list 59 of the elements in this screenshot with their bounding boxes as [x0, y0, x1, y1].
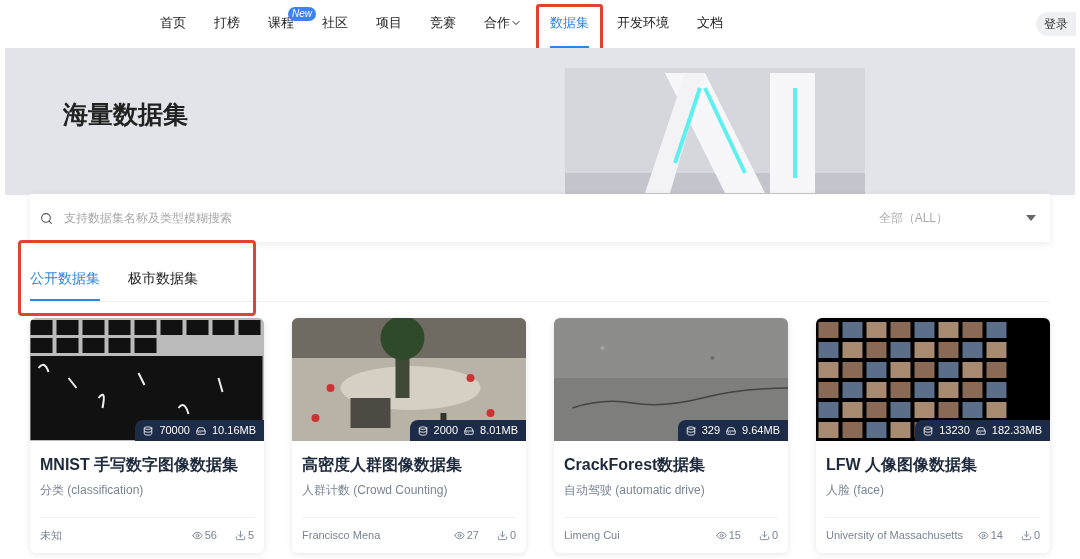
search-input[interactable]: 支持数据集名称及类型模糊搜索 [64, 209, 879, 227]
eye-icon [453, 530, 465, 541]
dataset-category: 人群计数 (Crowd Counting) [302, 482, 449, 499]
database-icon [143, 425, 154, 436]
file-size: 10.16MB [211, 423, 256, 439]
dataset-tab[interactable]: 极市数据集 [128, 268, 198, 301]
sample-count: 70000 [159, 423, 190, 439]
file-size: 8.01MB [480, 423, 518, 439]
dataset-category: 自动驾驶 (automatic drive) [564, 482, 706, 499]
dataset-category: 分类 (classification) [40, 482, 145, 499]
view-count: 27 [466, 528, 479, 544]
dataset-title: 高密度人群图像数据集 [302, 455, 463, 475]
dataset-card[interactable]: 2000 8.01MB 高密度人群图像数据集 人群计数 (Crowd Counting) Francisco Mena 27 0 [292, 318, 526, 553]
nav-tab[interactable]: 合作 [484, 0, 522, 48]
nav-tab[interactable]: 开发环境 [617, 0, 669, 48]
download-count: 0 [1033, 528, 1040, 544]
banner-title: 海量数据集 [63, 99, 188, 130]
eye-icon [977, 530, 989, 541]
author-name: Limeng Cui [564, 528, 621, 544]
file-size: 9.64MB [742, 423, 780, 439]
dataset-card[interactable]: 13230 182.33MB LFW 人像图像数据集 人脸 (face) University of Massachusetts 14 0 [816, 318, 1050, 553]
dataset-card[interactable]: 329 9.64MB CrackForest数据集 自动驾驶 (automatic drive) Limeng Cui 15 0 [554, 318, 788, 553]
download-icon [758, 530, 770, 541]
nav-tab[interactable]: 社区 [322, 0, 348, 48]
dataset-title: CrackForest数据集 [564, 455, 707, 475]
download-icon [496, 530, 508, 541]
download-icon [234, 530, 246, 541]
eye-icon [191, 530, 203, 541]
database-icon [417, 425, 428, 436]
nav-tab[interactable]: 文档 [697, 0, 723, 48]
author-name: University of Massachusetts [826, 528, 964, 544]
file-size: 182.33MB [991, 423, 1042, 439]
download-count: 5 [247, 528, 254, 544]
view-count: 15 [728, 528, 741, 544]
nav-tab[interactable]: 首页 [160, 0, 186, 48]
nav-tab[interactable]: 打榜 [214, 0, 240, 48]
view-count: 14 [990, 528, 1003, 544]
dataset-category: 人脸 (face) [826, 482, 885, 499]
eye-icon [715, 530, 727, 541]
nav-tab[interactable]: 竞赛 [430, 0, 456, 48]
dataset-title: LFW 人像图像数据集 [826, 455, 979, 475]
download-count: 0 [509, 528, 516, 544]
database-icon [685, 425, 696, 436]
database-icon [923, 425, 934, 436]
sample-count: 13230 [939, 423, 970, 439]
author-name: 未知 [40, 528, 63, 544]
sample-count: 2000 [433, 423, 459, 439]
download-icon [1020, 530, 1032, 541]
caret-down-icon [1026, 214, 1036, 222]
view-count: 56 [204, 528, 217, 544]
sample-count: 329 [701, 423, 721, 439]
dataset-card[interactable]: 70000 10.16MB MNIST 手写数字图像数据集 分类 (classification) 未知 56 5 [30, 318, 264, 553]
dataset-title: MNIST 手写数字图像数据集 [40, 455, 240, 475]
dataset-tab[interactable]: 公开数据集 [30, 268, 100, 301]
nav-tab[interactable]: 项目 [376, 0, 402, 48]
author-name: Francisco Mena [302, 528, 382, 544]
download-count: 0 [771, 528, 778, 544]
login-button[interactable]: 登录 [1036, 12, 1076, 36]
search-icon [40, 211, 53, 225]
